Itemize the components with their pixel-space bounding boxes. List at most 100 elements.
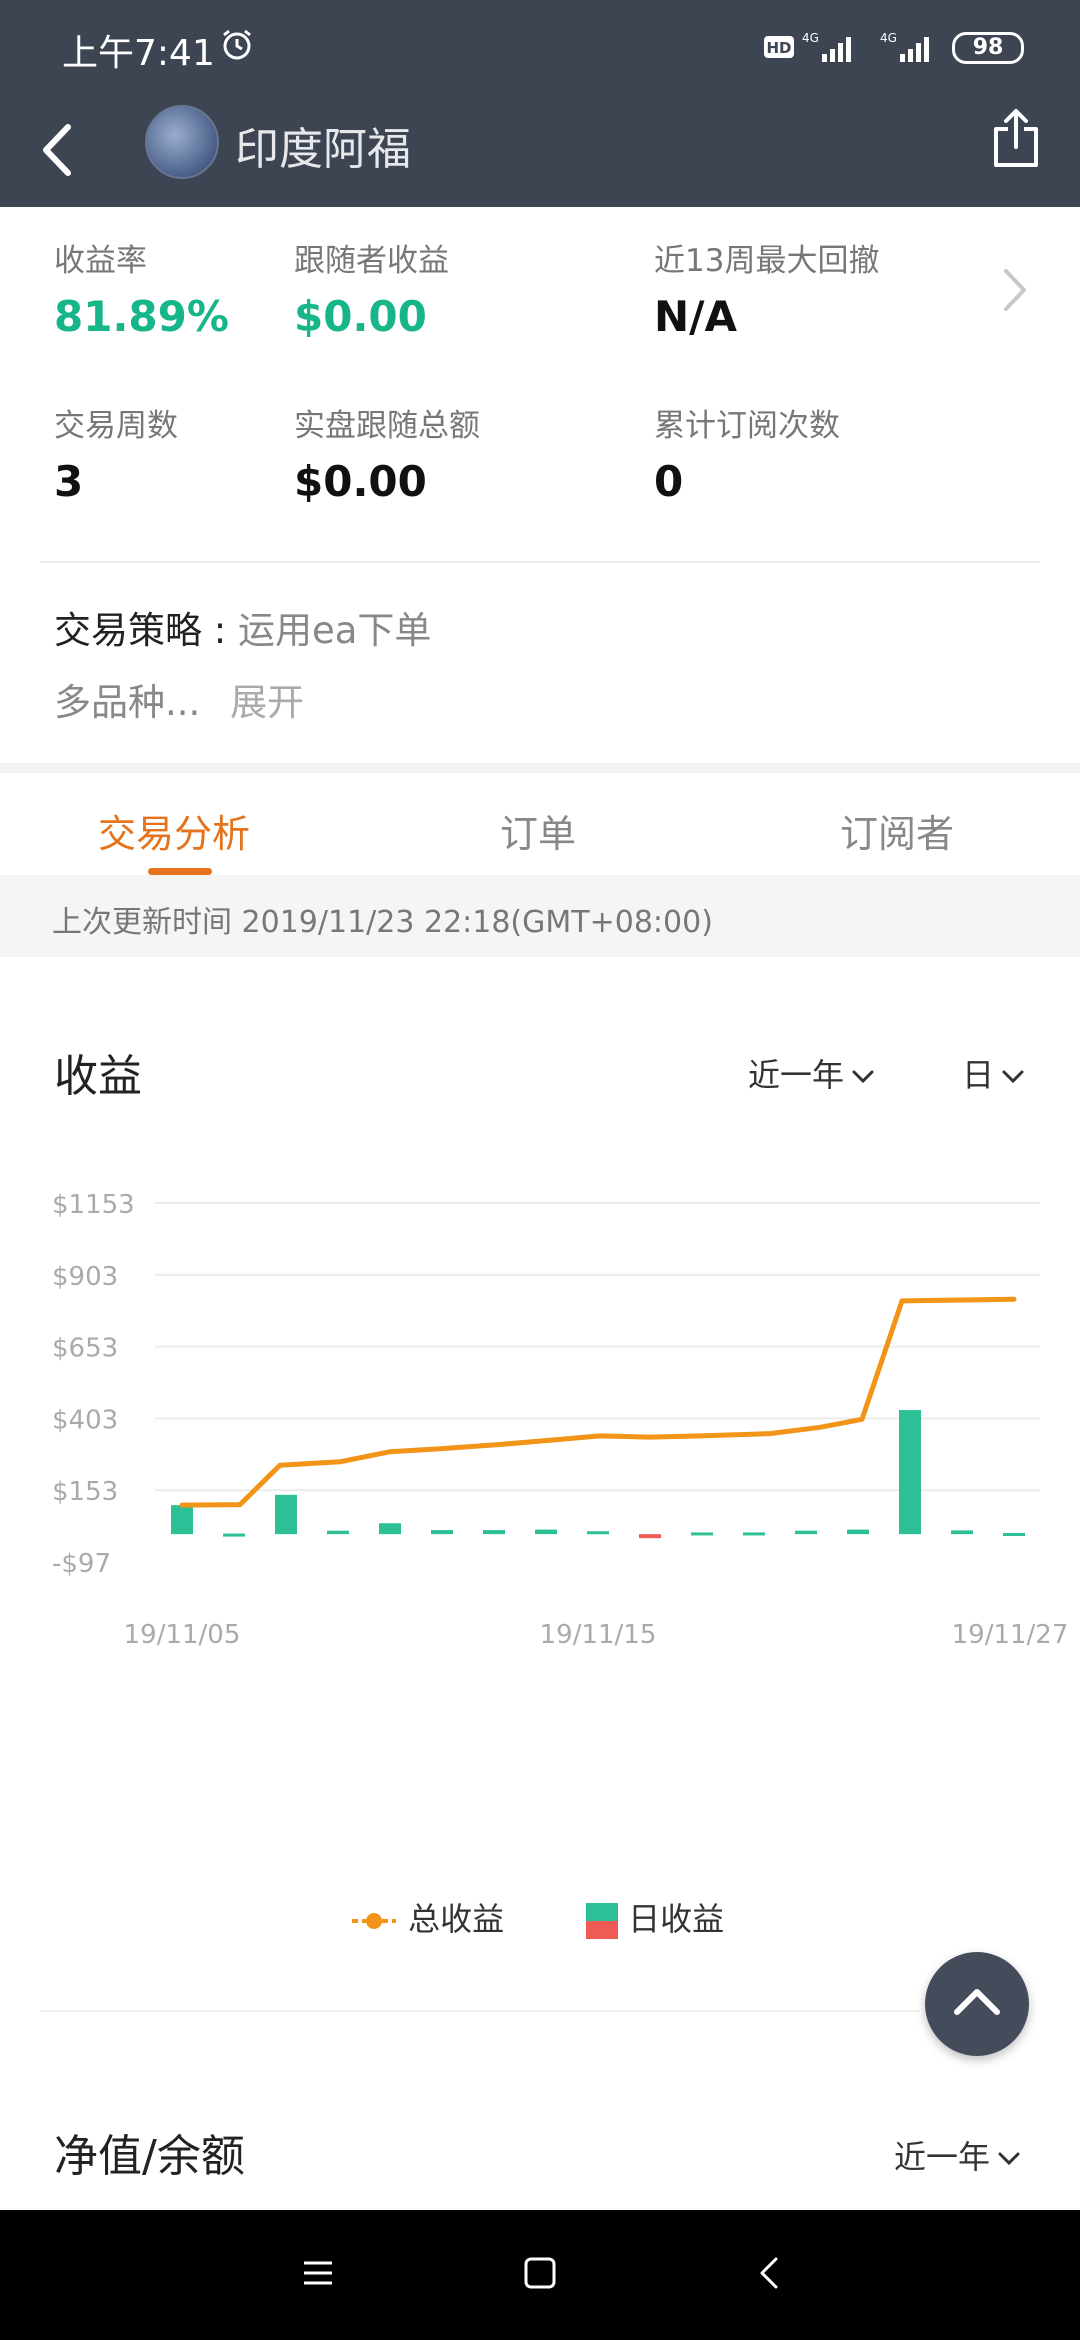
legend-label: 日收益	[628, 1900, 725, 1938]
chevron-down-icon	[1002, 1070, 1024, 1084]
hd-icon: HD	[764, 36, 794, 58]
chevron-down-icon	[998, 2152, 1020, 2166]
menu-icon[interactable]	[300, 2255, 336, 2291]
daily-earnings-bar	[951, 1530, 973, 1535]
chevron-right-icon[interactable]	[1000, 265, 1030, 315]
legend-bar-icon	[586, 1903, 618, 1939]
chevron-down-icon	[852, 1070, 874, 1084]
y-tick-label: $153	[52, 1477, 118, 1507]
svg-text:4G: 4G	[802, 31, 819, 45]
stat-follower-earnings: 跟随者收益 $0.00	[294, 235, 449, 341]
tab-orders[interactable]: 订单	[500, 803, 576, 858]
scroll-to-top-button[interactable]	[925, 1952, 1029, 2056]
y-tick-label: $653	[52, 1334, 118, 1364]
stat-value: 3	[54, 457, 84, 506]
alarm-icon	[223, 29, 251, 60]
home-square-icon[interactable]	[522, 2255, 558, 2291]
chevron-left-icon[interactable]	[32, 115, 86, 185]
stat-label: 收益率	[54, 243, 147, 279]
daily-earnings-bar	[639, 1534, 661, 1539]
stat-value: 0	[654, 457, 684, 506]
update-time-text: 上次更新时间 2019/11/23 22:18(GMT+08:00)	[52, 905, 713, 940]
section-separator	[0, 763, 1080, 773]
daily-earnings-bar	[275, 1494, 297, 1535]
chevron-up-icon	[954, 1989, 1000, 2015]
y-tick-label: -$97	[52, 1549, 111, 1579]
daily-earnings-bar	[743, 1532, 765, 1536]
stat-subscription-count: 累计订阅次数 0	[654, 400, 840, 506]
legend-item-total: 总收益	[350, 1894, 504, 1940]
stat-label: 近13周最大回撤	[654, 243, 880, 279]
granularity-dropdown-label: 日	[962, 1056, 995, 1094]
y-tick-label: $403	[52, 1405, 118, 1435]
tab-active-indicator	[148, 868, 212, 875]
period-dropdown[interactable]: 近一年	[748, 1050, 874, 1096]
stat-label: 实盘跟随总额	[294, 408, 480, 444]
daily-earnings-bar	[171, 1505, 193, 1535]
daily-earnings-bar	[587, 1531, 609, 1535]
status-time: 上午7:41	[62, 33, 215, 74]
granularity-dropdown[interactable]: 日	[962, 1050, 1024, 1096]
x-tick-label: 19/11/27	[952, 1620, 1069, 1650]
back-triangle-icon[interactable]	[752, 2255, 788, 2291]
x-tick-label: 19/11/05	[124, 1620, 241, 1650]
svg-text:4G: 4G	[880, 31, 897, 45]
battery-icon: 98	[952, 32, 1024, 64]
stat-follow-total: 实盘跟随总额 $0.00	[294, 400, 480, 506]
stat-value: $0.00	[294, 292, 427, 341]
daily-earnings-bar	[483, 1530, 505, 1535]
strategy-more-row: 多品种... 展开	[54, 672, 304, 726]
stat-label: 累计订阅次数	[654, 408, 840, 444]
stat-label: 交易周数	[54, 408, 178, 444]
y-tick-label: $1153	[52, 1190, 135, 1220]
daily-earnings-bar	[223, 1533, 245, 1537]
x-tick-label: 19/11/15	[540, 1620, 657, 1650]
daily-earnings-bar	[327, 1530, 349, 1535]
divider	[40, 2010, 920, 2012]
daily-earnings-bar	[379, 1523, 401, 1535]
stat-return-rate: 收益率 81.89%	[54, 235, 229, 341]
share-icon[interactable]	[990, 107, 1042, 171]
stat-value: 81.89%	[54, 292, 229, 341]
expand-link[interactable]: 展开	[230, 681, 304, 724]
daily-earnings-bar	[795, 1530, 817, 1535]
stat-max-drawdown[interactable]: 近13周最大回撤 N/A	[654, 235, 879, 341]
stat-value: $0.00	[294, 457, 427, 506]
daily-earnings-bar	[691, 1532, 713, 1536]
strategy-row: 交易策略 : 运用ea下单	[54, 600, 431, 654]
update-time-band: 上次更新时间 2019/11/23 22:18(GMT+08:00)	[0, 875, 1080, 957]
legend-label: 总收益	[408, 1900, 505, 1938]
svg-text:HD: HD	[766, 39, 791, 57]
net-period-dropdown[interactable]: 近一年	[894, 2132, 1020, 2178]
status-bar: 上午7:41 HD 4G 4G 98	[0, 0, 1080, 95]
strategy-label: 交易策略 :	[54, 609, 227, 652]
net-period-dropdown-label: 近一年	[894, 2138, 991, 2176]
earnings-title: 收益	[54, 1051, 142, 1102]
page-title: 印度阿福	[235, 124, 411, 175]
earnings-chart: $1153 $903 $653 $403 $153 -$97 19/11/05 19/11/1…	[52, 1190, 1069, 1650]
signal-4g-icon: 4G	[802, 31, 851, 62]
daily-earnings-bar	[535, 1529, 557, 1535]
avatar[interactable]	[145, 105, 219, 179]
daily-earnings-bar	[847, 1529, 869, 1535]
signal-4g-icon: 4G	[880, 31, 929, 62]
strategy-more-text: 多品种...	[54, 681, 201, 724]
daily-earnings-bar	[1003, 1532, 1025, 1536]
stat-label: 跟随者收益	[294, 243, 449, 279]
divider	[40, 561, 1040, 563]
tab-trading-analysis[interactable]: 交易分析	[98, 803, 250, 858]
tab-bar: 交易分析 订单 订阅者	[0, 773, 1080, 873]
tab-subscribers[interactable]: 订阅者	[840, 803, 954, 858]
legend-line-icon	[352, 1913, 396, 1929]
app-header: 印度阿福	[0, 95, 1080, 207]
y-tick-label: $903	[52, 1262, 118, 1292]
net-value-title: 净值/余额	[54, 2131, 245, 2182]
legend-item-daily: 日收益	[586, 1894, 724, 1940]
total-earnings-line	[179, 1296, 1017, 1508]
system-navigation-bar	[0, 2210, 1080, 2340]
period-dropdown-label: 近一年	[748, 1056, 845, 1094]
daily-earnings-bar	[431, 1530, 453, 1535]
strategy-value: 运用ea下单	[238, 609, 432, 652]
daily-earnings-bar	[899, 1410, 921, 1535]
stat-value: N/A	[654, 292, 737, 341]
